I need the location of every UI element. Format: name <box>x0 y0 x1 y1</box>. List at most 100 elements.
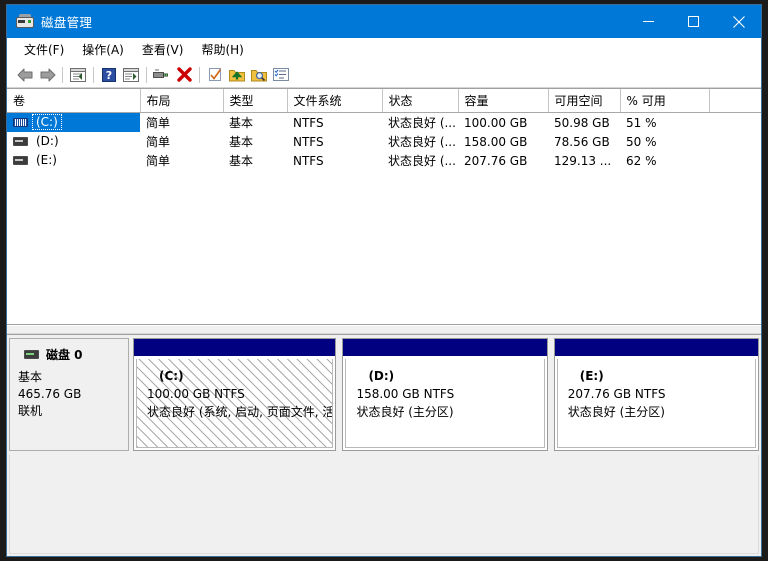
properties-icon[interactable] <box>151 64 173 86</box>
cell-status: 状态良好 (... <box>388 154 456 168</box>
column-header-layout[interactable]: 布局 <box>140 89 224 113</box>
disk-management-window: 磁盘管理 文件(F) 操作(A) 查看(V) 帮助(H) ? 卷 布局 类型 文… <box>6 4 762 557</box>
cell-status: 状态良好 (... <box>388 135 456 149</box>
close-button[interactable] <box>716 5 761 38</box>
search-icon[interactable] <box>248 64 270 86</box>
refresh-icon[interactable] <box>204 64 226 86</box>
disk-icon <box>24 350 39 359</box>
disk-name: 磁盘 0 <box>46 348 83 362</box>
partition-d-status: 状态良好 (主分区) <box>356 405 454 419</box>
cell-percent-free: 51 % <box>626 115 657 130</box>
cell-free-space: 129.13 ... <box>554 153 612 168</box>
menu-bar: 文件(F) 操作(A) 查看(V) 帮助(H) <box>7 38 761 62</box>
back-icon[interactable] <box>14 64 36 86</box>
cell-layout: 简单 <box>146 116 171 130</box>
cell-volume[interactable]: (E:) <box>7 151 140 170</box>
cell-type: 基本 <box>229 116 254 130</box>
partition-e-size: 207.76 GB NTFS <box>567 387 666 401</box>
cell-spacer <box>709 151 761 170</box>
partition-d[interactable]: (D:) 158.00 GB NTFS 状态良好 (主分区) <box>342 338 548 451</box>
toolbar-separator <box>199 66 200 83</box>
column-header-volume[interactable]: 卷 <box>7 89 141 113</box>
disk-status: 联机 <box>18 404 43 418</box>
partition-c-color-bar <box>134 339 336 357</box>
toolbar-separator <box>93 66 94 83</box>
cell-layout: 简单 <box>146 135 171 149</box>
pane-splitter[interactable] <box>7 325 761 334</box>
volume-label: (E:) <box>36 153 57 168</box>
cell-filesystem: NTFS <box>293 153 324 168</box>
partition-e-body: (E:) 207.76 GB NTFS 状态良好 (主分区) <box>556 359 756 448</box>
toolbar: ? <box>7 62 761 88</box>
window-controls <box>626 5 761 38</box>
partition-d-color-bar <box>343 339 547 357</box>
partition-c-size: 100.00 GB NTFS <box>147 387 245 401</box>
partition-d-body: (D:) 158.00 GB NTFS 状态良好 (主分区) <box>345 359 545 448</box>
partition-c[interactable]: (C:) 100.00 GB NTFS 状态良好 (系统, 启动, 页面文件, … <box>133 338 337 451</box>
column-header-free-space[interactable]: 可用空间 <box>548 89 621 113</box>
column-header-filesystem[interactable]: 文件系统 <box>287 89 383 113</box>
partition-e-name: (E:) <box>579 369 604 383</box>
menu-view[interactable]: 查看(V) <box>133 39 193 60</box>
help-icon[interactable]: ? <box>98 64 120 86</box>
rescan-disks-icon[interactable] <box>226 64 248 86</box>
disk-management-icon <box>16 13 34 30</box>
svg-text:?: ? <box>106 69 112 82</box>
minimize-button[interactable] <box>626 5 671 38</box>
table-row[interactable]: (E:) 简单 基本 NTFS 状态良好 (... 207.76 GB 129.… <box>7 151 761 170</box>
list-view-icon[interactable] <box>270 64 292 86</box>
partition-strip: (C:) 100.00 GB NTFS 状态良好 (系统, 启动, 页面文件, … <box>133 338 759 451</box>
volume-list-pane: 卷 布局 类型 文件系统 状态 容量 可用空间 % 可用 (C:) 简单 基本 … <box>7 88 761 325</box>
menu-help[interactable]: 帮助(H) <box>192 39 252 60</box>
volume-label: (D:) <box>36 134 59 149</box>
cell-volume[interactable]: (C:) <box>7 112 140 132</box>
partition-e-color-bar <box>554 339 758 357</box>
partition-e[interactable]: (E:) 207.76 GB NTFS 状态良好 (主分区) <box>553 338 759 451</box>
cell-volume[interactable]: (D:) <box>7 132 140 151</box>
volume-label: (C:) <box>32 114 62 131</box>
menu-file[interactable]: 文件(F) <box>15 39 73 60</box>
cell-type: 基本 <box>229 154 254 168</box>
volume-icon <box>13 155 28 165</box>
cell-filesystem: NTFS <box>293 115 324 130</box>
system-volume-icon <box>13 117 28 127</box>
volume-table-header-row: 卷 布局 类型 文件系统 状态 容量 可用空间 % 可用 <box>7 89 761 113</box>
cell-status: 状态良好 (... <box>388 116 456 130</box>
disk-type: 基本 <box>18 370 43 384</box>
forward-icon[interactable] <box>36 64 58 86</box>
cell-free-space: 50.98 GB <box>554 115 610 130</box>
disk-row-0: 磁盘 0 基本 465.76 GB 联机 (C:) 100.00 GB NTFS… <box>9 338 759 451</box>
title-bar[interactable]: 磁盘管理 <box>7 5 761 38</box>
disk-info-panel[interactable]: 磁盘 0 基本 465.76 GB 联机 <box>9 338 129 451</box>
cell-layout: 简单 <box>146 154 171 168</box>
volume-table: 卷 布局 类型 文件系统 状态 容量 可用空间 % 可用 (C:) 简单 基本 … <box>7 89 761 170</box>
column-header-type[interactable]: 类型 <box>223 89 288 113</box>
cell-type: 基本 <box>229 135 254 149</box>
partition-c-name: (C:) <box>159 369 184 383</box>
cell-capacity: 207.76 GB <box>464 153 528 168</box>
cell-spacer <box>709 113 761 133</box>
table-row[interactable]: (C:) 简单 基本 NTFS 状态良好 (... 100.00 GB 50.9… <box>7 112 761 133</box>
maximize-button[interactable] <box>671 5 716 38</box>
partition-e-status: 状态良好 (主分区) <box>567 405 665 419</box>
column-header-status[interactable]: 状态 <box>382 89 459 113</box>
disk-size: 465.76 GB <box>18 387 82 401</box>
toolbar-separator <box>62 66 63 83</box>
volume-icon <box>13 136 28 146</box>
cell-filesystem: NTFS <box>293 134 324 149</box>
column-header-capacity[interactable]: 容量 <box>458 89 549 113</box>
empty-disk-area <box>9 455 759 554</box>
cell-percent-free: 62 % <box>626 153 657 168</box>
cell-percent-free: 50 % <box>626 134 657 149</box>
column-header-percent-free[interactable]: % 可用 <box>620 89 710 113</box>
partition-c-body: (C:) 100.00 GB NTFS 状态良好 (系统, 启动, 页面文件, … <box>136 359 334 448</box>
disk-title: 磁盘 0 <box>18 346 120 363</box>
table-row[interactable]: (D:) 简单 基本 NTFS 状态良好 (... 158.00 GB 78.5… <box>7 132 761 151</box>
window-title: 磁盘管理 <box>41 15 93 30</box>
menu-action[interactable]: 操作(A) <box>73 39 133 60</box>
delete-icon[interactable] <box>173 64 195 86</box>
column-header-spacer[interactable] <box>709 89 761 113</box>
show-hide-action-pane-icon[interactable] <box>120 64 142 86</box>
show-hide-console-tree-icon[interactable] <box>67 64 89 86</box>
cell-spacer <box>709 132 761 151</box>
